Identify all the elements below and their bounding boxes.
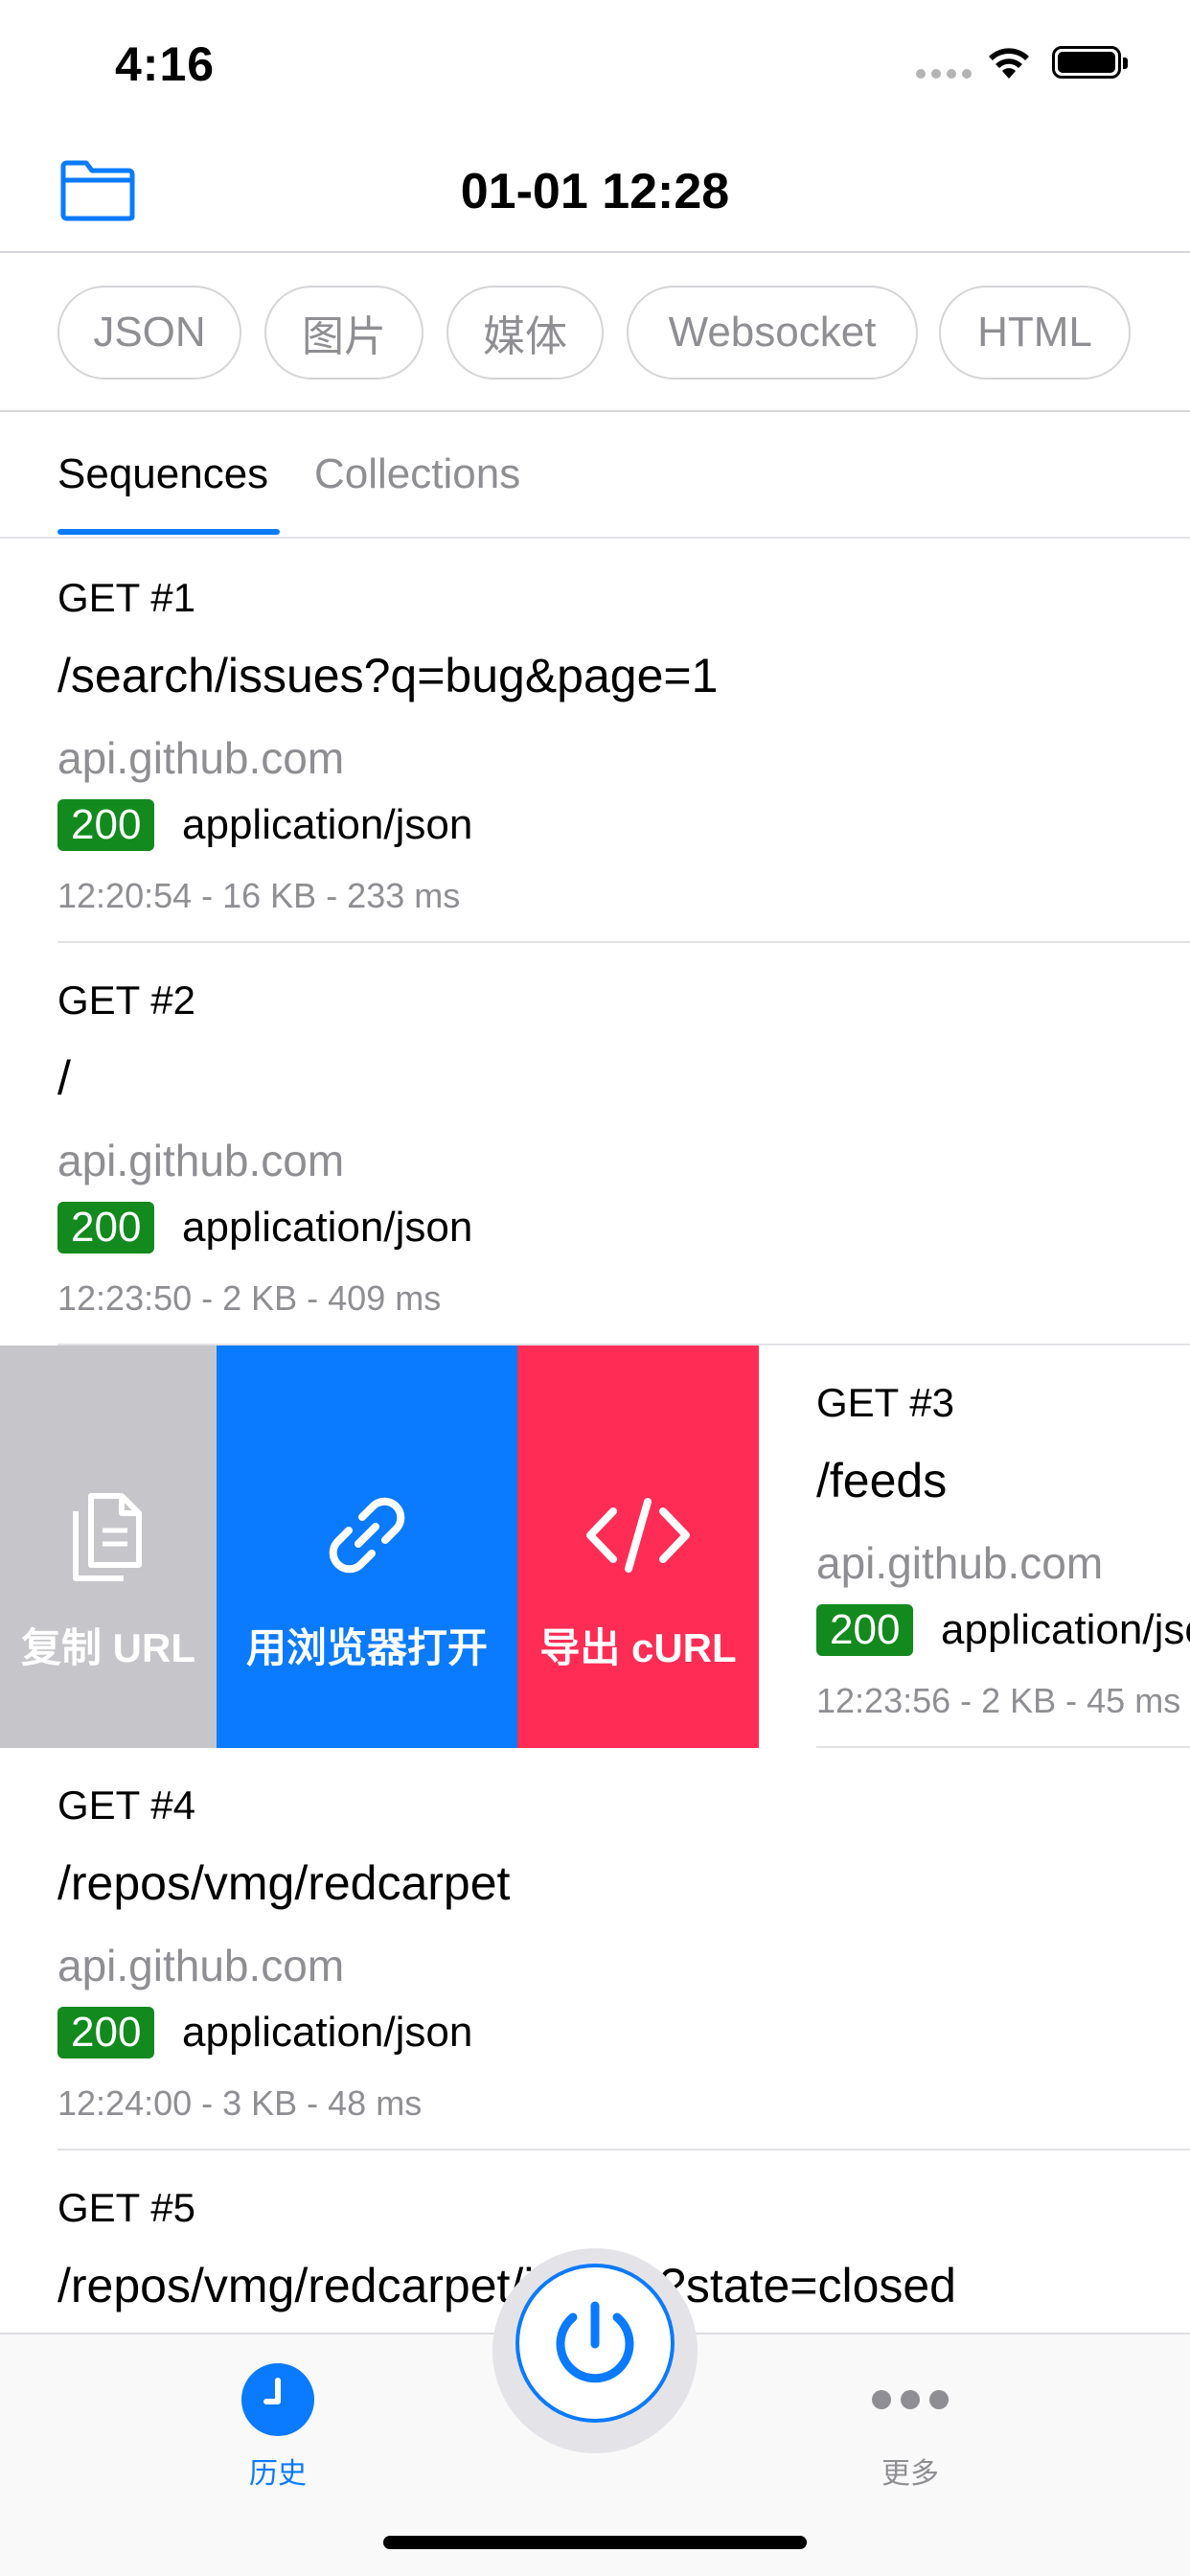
request-host: api.github.com — [57, 1136, 345, 1185]
content-type: application/json — [941, 1606, 1190, 1653]
request-method: GET #4 — [57, 1782, 195, 1828]
power-icon — [556, 2301, 634, 2383]
filter-chip-websocket[interactable]: Websocket — [627, 286, 918, 380]
segmented-tabs: Sequences Collections — [0, 414, 1190, 539]
status-time: 4:16 — [115, 37, 216, 91]
status-badge: 200 — [57, 2007, 155, 2058]
request-method: GET #2 — [57, 978, 195, 1023]
filter-chip-html[interactable]: HTML — [939, 286, 1131, 380]
tab-sequences[interactable]: Sequences — [57, 450, 268, 498]
status-badge: 200 — [57, 1202, 155, 1254]
tab-indicator — [57, 529, 280, 535]
request-meta: 12:20:54 - 16 KB - 233 ms — [57, 876, 461, 915]
filter-chip-media[interactable]: 媒体 — [446, 286, 604, 380]
request-path: /search/issues?q=bug&page=1 — [57, 649, 719, 702]
page-title: 01-01 12:28 — [460, 164, 730, 219]
copy-url-label: 复制 URL — [21, 1624, 195, 1670]
export-curl-label: 导出 cURL — [539, 1624, 737, 1670]
swipe-actions: 复制 URL 用浏览器打开 导出 cURL — [0, 1346, 759, 1748]
request-method: GET #5 — [57, 2185, 195, 2230]
list-item[interactable]: GET #4 /repos/vmg/redcarpet api.github.c… — [0, 1748, 1190, 2150]
tab-history-label: 历史 — [249, 2458, 307, 2490]
filter-bar: JSON 图片 媒体 Websocket HTML — [0, 255, 1190, 412]
copy-icon — [73, 1492, 142, 1581]
open-in-browser-label: 用浏览器打开 — [245, 1624, 488, 1670]
link-icon — [329, 1497, 405, 1573]
list-item[interactable]: GET #1 /search/issues?q=bug&page=1 api.g… — [0, 540, 1190, 943]
tab-history[interactable]: 历史 — [201, 2363, 355, 2492]
request-path: /repos/vmg/redcarpet — [57, 1856, 511, 1910]
export-curl-button[interactable]: 导出 cURL — [517, 1346, 759, 1748]
request-meta: 12:23:50 - 2 KB - 409 ms — [57, 1278, 442, 1318]
status-badge: 200 — [57, 799, 155, 851]
filter-chip-images[interactable]: 图片 — [264, 286, 423, 380]
filter-chip-json[interactable]: JSON — [57, 286, 241, 380]
status-bar: 4:16 — [0, 0, 1190, 126]
wifi-icon — [989, 48, 1029, 79]
content-type: application/json — [182, 1204, 473, 1251]
request-host: api.github.com — [57, 733, 345, 783]
request-host: api.github.com — [816, 1538, 1104, 1588]
power-button-container — [492, 2248, 698, 2453]
navigation-bar: 01-01 12:28 — [0, 126, 1190, 253]
code-icon — [586, 1497, 690, 1573]
list-item[interactable]: GET #3 /feeds api.github.com 200 applica… — [759, 1346, 1190, 1748]
open-in-browser-button[interactable]: 用浏览器打开 — [217, 1346, 517, 1748]
tab-more[interactable]: 更多 — [834, 2363, 987, 2492]
cellular-signal-icon — [916, 69, 972, 79]
clock-icon — [241, 2363, 314, 2436]
request-meta: 12:24:00 - 3 KB - 48 ms — [57, 2083, 423, 2123]
battery-icon — [1052, 46, 1128, 79]
request-method: GET #3 — [816, 1380, 954, 1425]
tab-more-label: 更多 — [881, 2458, 939, 2490]
request-host: api.github.com — [57, 1941, 345, 1990]
tab-collections[interactable]: Collections — [314, 450, 520, 498]
home-indicator — [383, 2536, 807, 2549]
request-meta: 12:23:56 - 2 KB - 45 ms — [816, 1681, 1181, 1720]
request-method: GET #1 — [57, 575, 195, 620]
content-type: application/json — [182, 801, 473, 848]
content-type: application/json — [182, 2009, 473, 2056]
power-button[interactable] — [515, 2264, 675, 2423]
status-badge: 200 — [816, 1604, 914, 1656]
more-icon — [834, 2363, 987, 2436]
request-path: /feeds — [816, 1454, 948, 1507]
copy-url-button[interactable]: 复制 URL — [0, 1346, 217, 1748]
request-path: / — [57, 1051, 71, 1105]
list-item[interactable]: GET #2 / api.github.com 200 application/… — [0, 943, 1190, 1346]
